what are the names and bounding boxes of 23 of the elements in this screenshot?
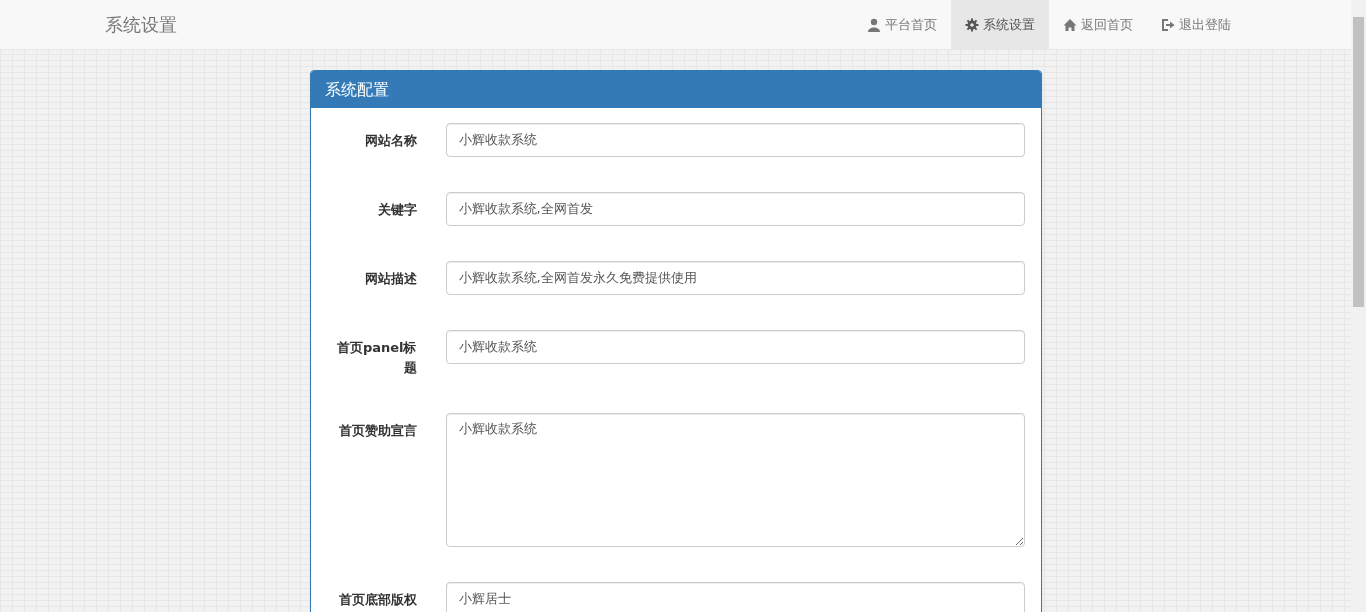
- logout-icon: [1161, 17, 1175, 32]
- field-label: 首页底部版权: [337, 591, 417, 609]
- field-label: 网站描述: [363, 270, 417, 288]
- field-label: 关键字: [376, 201, 417, 219]
- input-field[interactable]: 小辉收款系统: [445, 123, 1025, 157]
- field-label: 首页panel标题: [335, 339, 417, 377]
- brand-title: 系统设置: [105, 12, 177, 37]
- nav-link[interactable]: 平台首页: [853, 0, 951, 50]
- settings-icon: [965, 17, 979, 32]
- nav-link[interactable]: 返回首页: [1049, 0, 1147, 50]
- user-icon: [867, 17, 881, 32]
- input-field[interactable]: 小辉收款系统: [445, 330, 1025, 364]
- scrollbar[interactable]: [1351, 0, 1366, 612]
- field-label: 首页赞助宣言: [337, 422, 417, 440]
- home-icon: [1063, 17, 1077, 32]
- input-field[interactable]: 小辉收款系统,全网首发: [445, 192, 1025, 226]
- input-field[interactable]: 小辉收款系统,全网首发永久免费提供使用: [445, 261, 1025, 295]
- panel-title: 系统配置: [324, 80, 389, 99]
- textarea-field[interactable]: 小辉收款系统: [445, 413, 1025, 547]
- input-field[interactable]: 小辉居士: [445, 582, 1025, 612]
- nav-link[interactable]: 系统设置: [951, 0, 1049, 50]
- nav-link[interactable]: 退出登陆: [1147, 0, 1245, 50]
- field-label: 网站名称: [363, 132, 417, 150]
